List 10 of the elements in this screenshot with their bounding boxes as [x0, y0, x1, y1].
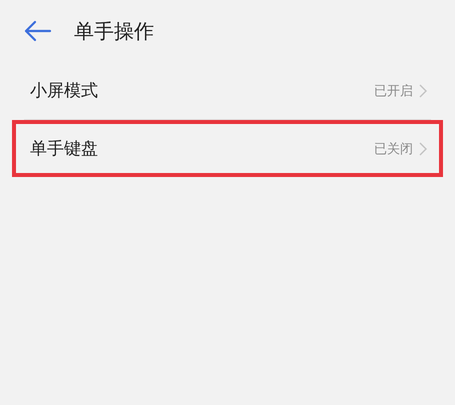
setting-row[interactable]: 单手键盘 已关闭: [12, 120, 443, 177]
chevron-icon: [419, 84, 427, 98]
setting-label: 小屏模式: [30, 80, 99, 102]
page-title: 单手操作: [74, 18, 154, 44]
back-icon[interactable]: [24, 20, 52, 42]
setting-status: 已开启: [374, 82, 413, 100]
setting-row[interactable]: 小屏模式 已开启: [12, 62, 443, 119]
setting-label: 单手键盘: [30, 138, 99, 160]
chevron-icon: [419, 142, 427, 156]
setting-status: 已关闭: [374, 140, 413, 158]
